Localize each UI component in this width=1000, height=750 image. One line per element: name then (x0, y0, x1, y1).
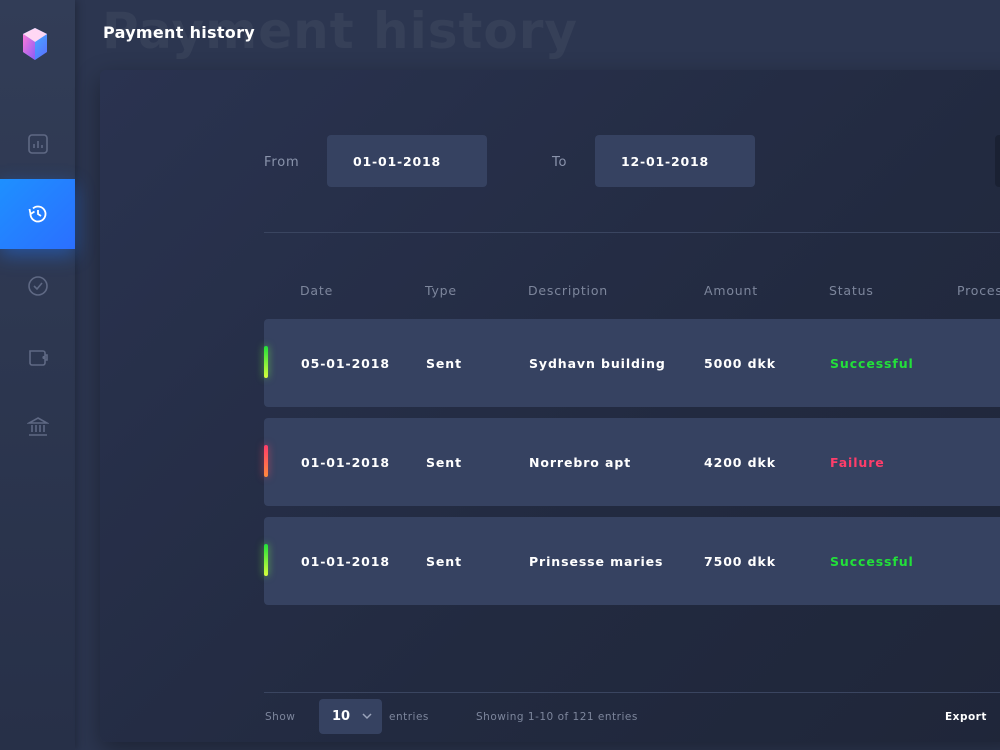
column-header-date[interactable]: Date (300, 283, 333, 298)
column-header-description[interactable]: Description (528, 283, 608, 298)
cell-amount: 5000 dkk (704, 355, 776, 371)
cell-date: 05-01-2018 (301, 355, 390, 371)
filter-divider (264, 232, 1000, 233)
status-indicator (264, 346, 268, 378)
sidebar-item-payment-history[interactable] (0, 179, 75, 249)
sidebar-item-bank[interactable] (0, 392, 75, 462)
table-row[interactable]: 01-01-2018 Sent Norrebro apt 4200 dkk Fa… (264, 418, 1000, 506)
status-badge: Failure (830, 454, 885, 470)
entries-per-page-value: 10 (332, 709, 351, 724)
cell-type: Sent (426, 355, 462, 371)
table-row[interactable]: 05-01-2018 Sent Sydhavn building 5000 dk… (264, 319, 1000, 407)
status-indicator (264, 544, 268, 576)
entries-label: entries (389, 711, 429, 723)
cell-description: Norrebro apt (529, 454, 632, 470)
wallet-icon (28, 350, 48, 366)
status-badge: Successful (830, 355, 914, 371)
cell-type: Sent (426, 553, 462, 569)
cell-type: Sent (426, 454, 462, 470)
from-date-field[interactable]: 01-01-2018 (327, 135, 487, 187)
cell-date: 01-01-2018 (301, 553, 390, 569)
to-label: To (552, 155, 568, 170)
sidebar-item-wallet[interactable] (0, 322, 75, 392)
chevron-down-icon (362, 713, 372, 720)
column-header-status[interactable]: Status (829, 283, 874, 298)
cell-description: Sydhavn building (529, 355, 666, 371)
cell-date: 01-01-2018 (301, 454, 390, 470)
export-button[interactable]: Export (945, 711, 987, 723)
show-label: Show (265, 711, 296, 723)
entries-per-page-select[interactable]: 10 (319, 699, 382, 734)
cell-amount: 7500 dkk (704, 553, 776, 569)
table-row[interactable]: 01-01-2018 Sent Prinsesse maries 7500 dk… (264, 517, 1000, 605)
history-icon (28, 205, 46, 223)
filter-action-button[interactable] (995, 135, 1000, 187)
footer-divider (264, 692, 1000, 693)
column-header-amount[interactable]: Amount (704, 283, 758, 298)
cell-description: Prinsesse maries (529, 553, 664, 569)
sidebar (0, 0, 75, 750)
column-header-type[interactable]: Type (425, 283, 457, 298)
cell-amount: 4200 dkk (704, 454, 776, 470)
check-circle-icon (27, 276, 48, 296)
pagination-summary: Showing 1-10 of 121 entries (476, 711, 638, 723)
chart-icon (27, 134, 48, 154)
sidebar-item-analytics[interactable] (0, 109, 75, 179)
app-logo-icon[interactable] (21, 26, 49, 62)
status-badge: Successful (830, 553, 914, 569)
page-title: Payment history (103, 23, 256, 42)
to-date-field[interactable]: 12-01-2018 (595, 135, 755, 187)
status-indicator (264, 445, 268, 477)
column-header-process[interactable]: Proces (957, 283, 1000, 298)
bank-icon (26, 417, 49, 436)
from-label: From (264, 155, 300, 170)
sidebar-item-approvals[interactable] (0, 251, 75, 321)
